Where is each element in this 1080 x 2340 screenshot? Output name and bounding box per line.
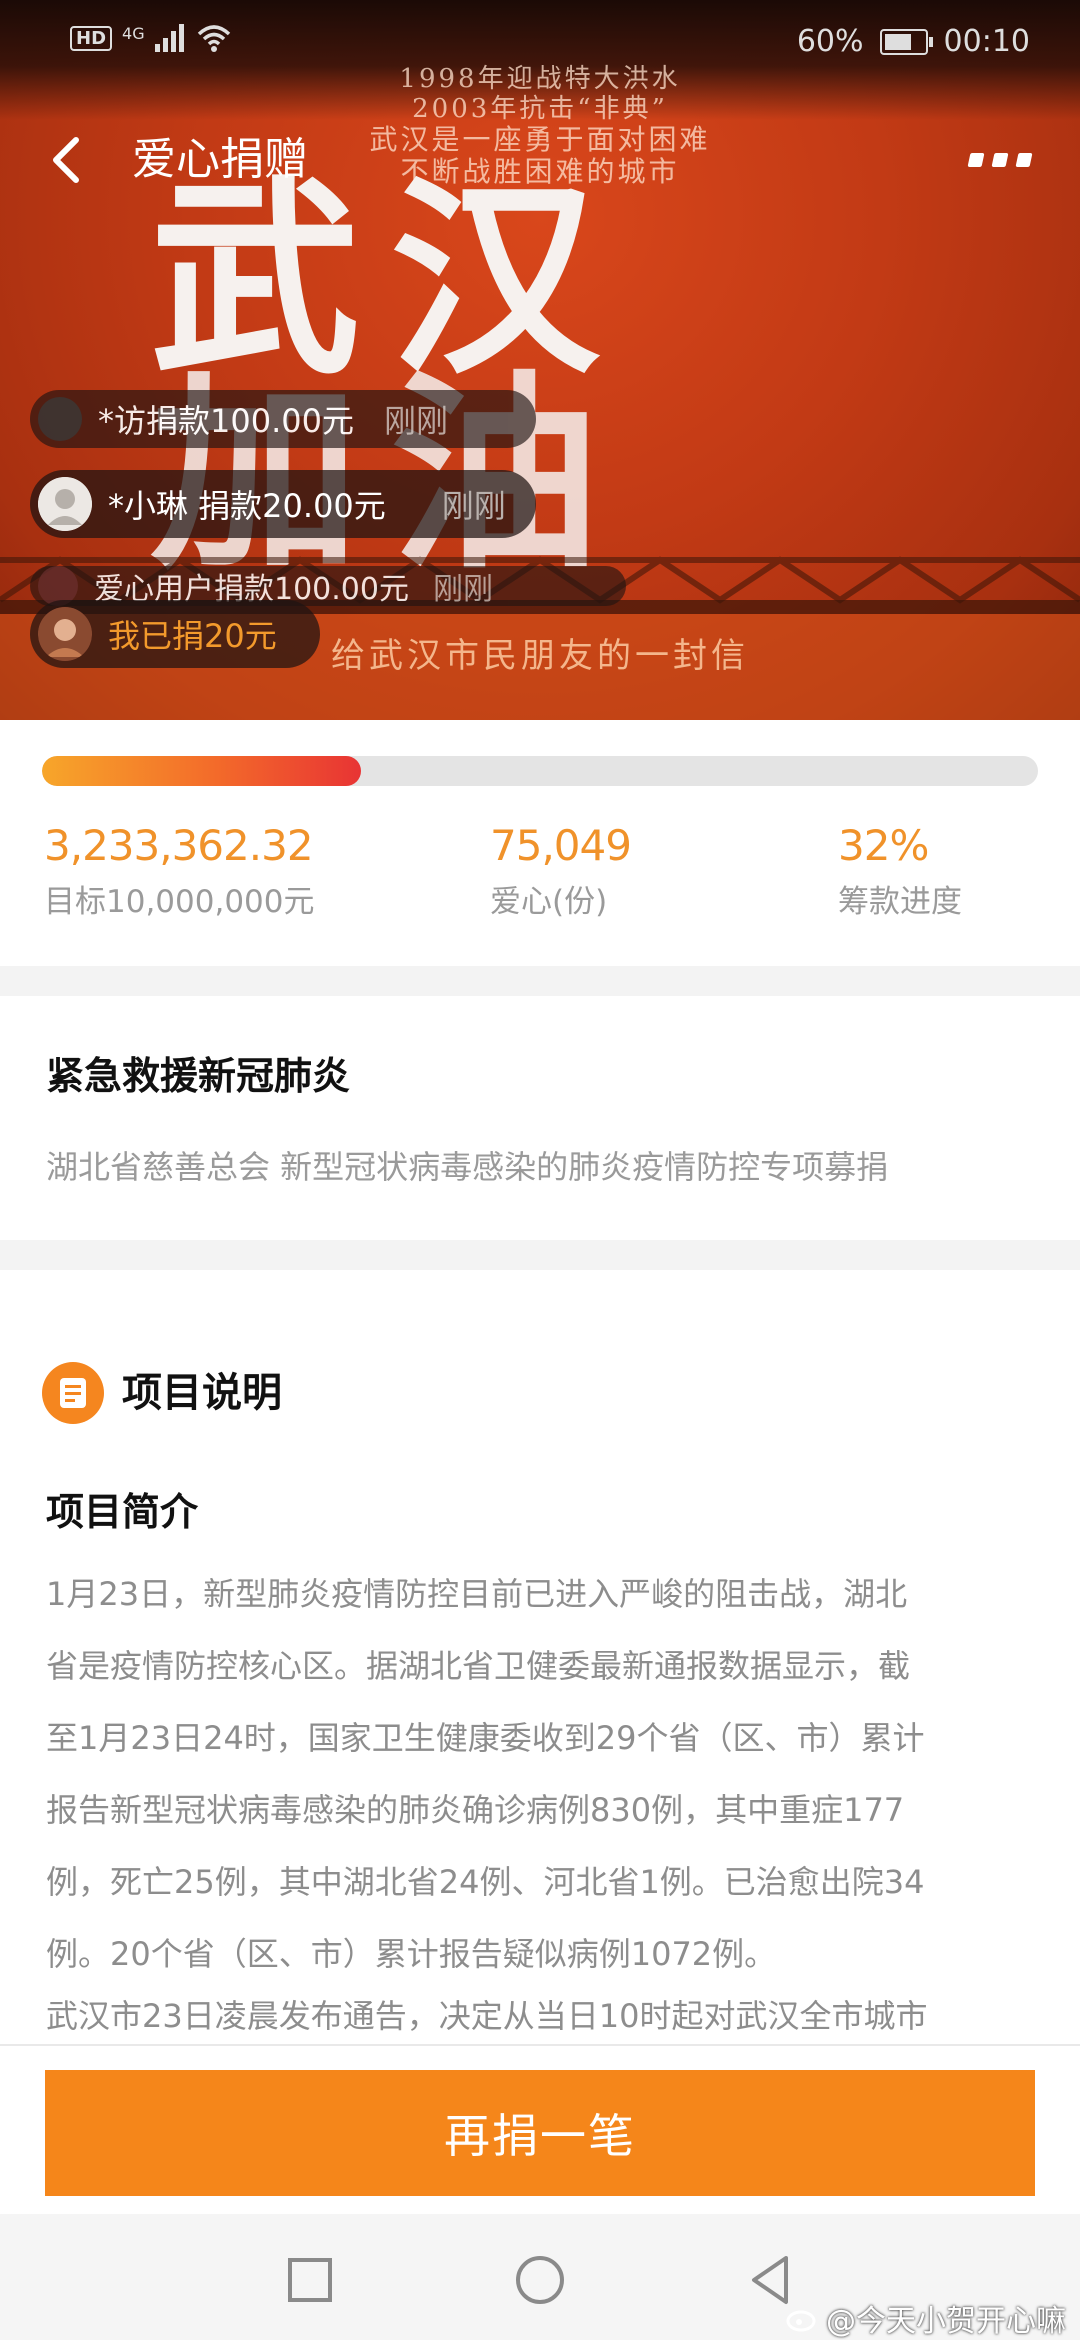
goal-label: 目标10,000,000元 — [44, 884, 315, 920]
app-bar: 爱心捐赠 — [0, 110, 1080, 210]
my-donation-text: 我已捐20元 — [108, 617, 277, 655]
ticker-time: 刚刚 — [432, 572, 493, 606]
status-bar: HD 4G 60% 00:10 — [0, 0, 1080, 90]
donor-count: 75,049 — [490, 821, 632, 870]
paragraph-line: 报告新型冠状病毒感染的肺炎确诊病例830例，其中重症177 — [46, 1791, 905, 1829]
fundraising-progress-bar — [42, 756, 1038, 786]
paragraph-line: 至1月23日24时，国家卫生健康委收到29个省（区、市）累计 — [46, 1719, 925, 1757]
document-icon — [42, 1362, 104, 1424]
ticker-item: *访捐款100.00元 刚刚 — [30, 390, 536, 448]
home-circle-icon[interactable] — [510, 2250, 570, 2310]
hd-indicator: HD — [70, 25, 113, 51]
donor-count-label: 爱心(份) — [490, 884, 608, 920]
paragraph-line: 1月23日，新型肺炎疫情防控目前已进入严峻的阻击战，湖北 — [46, 1575, 908, 1613]
paragraph-line: 武汉市23日凌晨发布通告，决定从当日10时起对武汉全市城市 — [46, 1997, 928, 2035]
more-dots-icon[interactable] — [960, 140, 1040, 180]
raised-amount: 3,233,362.32 — [44, 821, 314, 870]
footer-separator — [0, 2044, 1080, 2046]
progress-percent: 32% — [838, 821, 929, 870]
battery-percent: 60% — [796, 24, 864, 59]
section-divider — [0, 966, 1080, 996]
back-arrow-icon[interactable] — [40, 130, 100, 190]
watermark: @今天小贺开心嘛 — [786, 2296, 1066, 2340]
network-type: 4G — [122, 24, 145, 43]
paragraph-line: 例。20个省（区、市）累计报告疑似病例1072例。 — [46, 1935, 777, 1973]
paragraph-line: 例，死亡25例，其中湖北省24例、河北省1例。已治愈出院34 — [46, 1863, 925, 1901]
wifi-icon — [197, 25, 230, 52]
clock: 00:10 — [943, 24, 1030, 59]
ticker-item: *小琳 捐款20.00元 刚刚 — [30, 470, 536, 538]
project-title: 紧急救援新冠肺炎 — [46, 1054, 351, 1098]
my-donation-badge: 我已捐20元 — [30, 600, 320, 668]
ticker-time: 刚刚 — [383, 402, 448, 440]
avatar — [38, 607, 92, 661]
donate-again-button[interactable]: 再捐一笔 — [45, 2070, 1035, 2196]
battery-icon — [879, 28, 933, 55]
project-subtitle: 湖北省慈善总会 新型冠状病毒感染的肺炎疫情防控专项募捐 — [46, 1148, 889, 1186]
avatar — [38, 397, 82, 441]
signal-icon — [154, 24, 184, 52]
avatar — [38, 477, 92, 531]
details-section-title: 项目说明 — [122, 1370, 282, 1416]
ticker-time: 刚刚 — [441, 487, 506, 525]
intro-paragraph: 1月23日，新型肺炎疫情防控目前已进入严峻的阻击战，湖北 省是疫情防控核心区。据… — [46, 1570, 1036, 2040]
ticker-text: *访捐款100.00元 — [98, 402, 354, 440]
paragraph-line: 省是疫情防控核心区。据湖北省卫健委最新通报数据显示，截 — [46, 1647, 911, 1685]
intro-title: 项目简介 — [46, 1490, 199, 1534]
progress-fill — [42, 756, 361, 786]
section-divider — [0, 1240, 1080, 1270]
progress-percent-label: 筹款进度 — [838, 884, 962, 920]
page-title: 爱心捐赠 — [132, 134, 308, 185]
watermark-text: @今天小贺开心嘛 — [826, 2304, 1066, 2339]
ticker-text: *小琳 捐款20.00元 — [108, 487, 386, 525]
weibo-logo-icon — [786, 2310, 816, 2332]
recents-square-icon[interactable] — [280, 2250, 340, 2310]
